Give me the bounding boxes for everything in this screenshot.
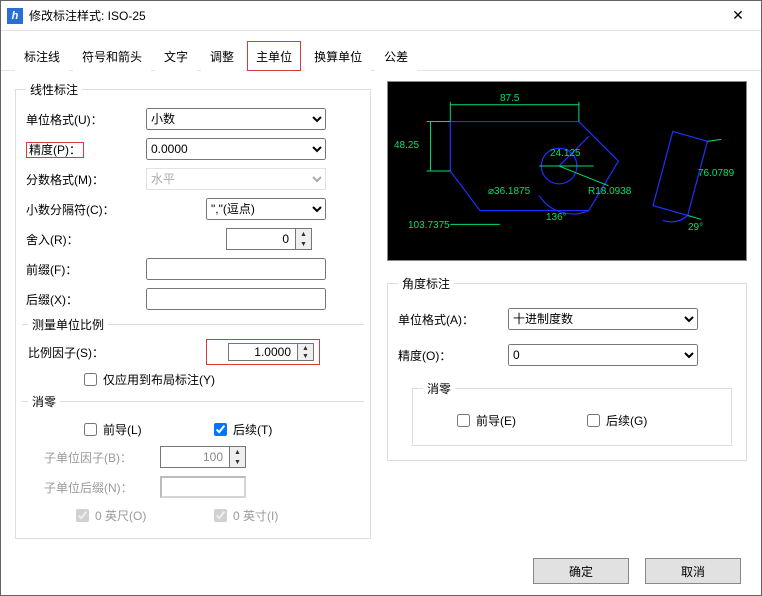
zero-inch-checkbox: 0 英寸(I) [214, 507, 278, 524]
tab-primary-units[interactable]: 主单位 [247, 41, 301, 71]
preview-ang-1: 136° [546, 212, 567, 223]
round-label: 舍入(R)： [26, 231, 146, 248]
chevron-down-icon: ▼ [230, 457, 245, 467]
scale-legend: 测量单位比例 [28, 316, 108, 333]
zero-feet-checkbox: 0 英尺(O) [76, 507, 214, 524]
fraction-format-label: 分数格式(M)： [26, 171, 146, 188]
angle-unit-format-label: 单位格式(A)： [398, 311, 508, 328]
scale-factor-label: 比例因子(S)： [28, 344, 208, 361]
angle-trailing-checkbox[interactable]: 后续(G) [587, 412, 647, 429]
angle-zeros-legend: 消零 [423, 380, 455, 397]
chevron-up-icon[interactable]: ▲ [298, 344, 313, 352]
close-icon[interactable]: ✕ [715, 1, 761, 31]
ok-button[interactable]: 确定 [533, 558, 629, 584]
preview-dim-3: 24.125 [550, 148, 581, 159]
suffix-label: 后缀(X)： [26, 291, 146, 308]
scale-factor-spinner[interactable]: ▲▼ [208, 341, 318, 363]
angle-precision-label: 精度(O)： [398, 347, 508, 364]
tab-adjust[interactable]: 调整 [201, 41, 243, 71]
window-title: 修改标注样式: ISO-25 [29, 7, 715, 24]
chevron-up-icon: ▲ [230, 447, 245, 457]
angle-zeros-group: 消零 前导(E) 后续(G) [412, 380, 732, 446]
linear-group: 线性标注 单位格式(U)： 小数 精度(P)： 0.0000 分数格式(M)： [15, 81, 371, 539]
apply-layout-checkbox[interactable]: 仅应用到布局标注(Y) [84, 371, 215, 388]
subunit-suffix-label: 子单位后缀(N)： [28, 479, 160, 496]
preview-dim-4: ⌀36.1875 [488, 186, 530, 197]
precision-select[interactable]: 0.0000 [146, 138, 326, 160]
tab-text[interactable]: 文字 [155, 41, 197, 71]
preview-dim-2: 48.25 [394, 140, 419, 151]
cancel-button[interactable]: 取消 [645, 558, 741, 584]
fraction-format-select: 水平 [146, 168, 326, 190]
tab-symbols[interactable]: 符号和箭头 [73, 41, 151, 71]
chevron-up-icon[interactable]: ▲ [296, 229, 311, 239]
angle-legend: 角度标注 [398, 275, 454, 292]
tabs: 标注线 符号和箭头 文字 调整 主单位 换算单位 公差 [1, 31, 761, 71]
angle-leading-checkbox[interactable]: 前导(E) [457, 412, 587, 429]
chevron-down-icon[interactable]: ▼ [298, 352, 313, 360]
subunit-factor-spinner: ▲▼ [160, 446, 246, 468]
precision-label: 精度(P)： [26, 142, 84, 158]
subunit-factor-label: 子单位因子(B)： [28, 449, 160, 466]
tab-lines[interactable]: 标注线 [15, 41, 69, 71]
tab-alt-units[interactable]: 换算单位 [305, 41, 371, 71]
scale-group: 测量单位比例 比例因子(S)： ▲▼ 仅应用到布局标注(Y) [22, 316, 364, 393]
tab-tolerance[interactable]: 公差 [375, 41, 417, 71]
preview-dim-7: 103.7375 [408, 220, 450, 231]
unit-format-select[interactable]: 小数 [146, 108, 326, 130]
unit-format-label: 单位格式(U)： [26, 111, 146, 128]
preview-ang-2: 29° [688, 222, 703, 233]
preview-dim-5: R18.0938 [588, 186, 631, 197]
prefix-label: 前缀(F)： [26, 261, 146, 278]
zeros-left-group: 消零 前导(L) 后续(T) 子单位因子(B)： [22, 393, 364, 530]
preview-dim-1: 87.5 [500, 93, 519, 104]
trailing-checkbox[interactable]: 后续(T) [214, 421, 272, 438]
round-spinner[interactable]: ▲▼ [226, 228, 312, 250]
preview-dim-6: 76.0789 [698, 168, 734, 179]
zeros-left-legend: 消零 [28, 393, 60, 410]
decimal-sep-label: 小数分隔符(C)： [26, 201, 146, 218]
subunit-suffix-input [160, 476, 246, 498]
suffix-input[interactable] [146, 288, 326, 310]
decimal-sep-select[interactable]: ","(逗点) [206, 198, 326, 220]
linear-legend: 线性标注 [26, 81, 82, 98]
prefix-input[interactable] [146, 258, 326, 280]
app-icon: h [7, 8, 23, 24]
preview-panel: 87.5 48.25 24.125 ⌀36.1875 R18.0938 76.0… [387, 81, 747, 261]
chevron-down-icon[interactable]: ▼ [296, 239, 311, 249]
angle-unit-format-select[interactable]: 十进制度数 [508, 308, 698, 330]
leading-checkbox[interactable]: 前导(L) [84, 421, 214, 438]
angle-group: 角度标注 单位格式(A)： 十进制度数 精度(O)： 0 消零 [387, 275, 747, 461]
angle-precision-select[interactable]: 0 [508, 344, 698, 366]
